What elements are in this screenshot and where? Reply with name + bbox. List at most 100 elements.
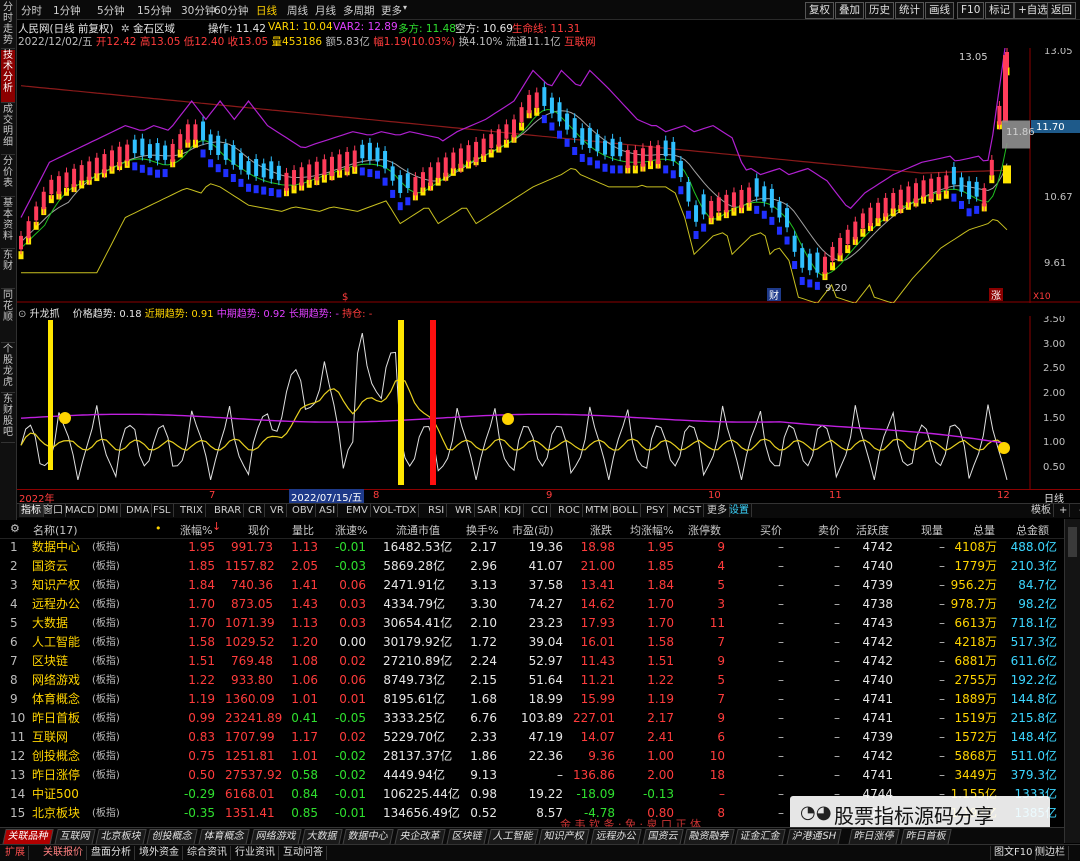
indicator-right-0[interactable]: 模板 <box>1029 504 1054 517</box>
col-vol[interactable]: 总量 <box>973 522 995 538</box>
sector-tab-4[interactable]: 体育概念 <box>198 829 250 845</box>
indicator-tab-14[interactable]: RSI <box>426 504 448 517</box>
dollar-marker[interactable]: $ <box>342 292 348 303</box>
sector-tab-2[interactable]: 北京板块 <box>95 829 147 845</box>
overlay-button[interactable]: 叠加 <box>835 2 864 19</box>
col-name[interactable]: 名称(17) <box>33 522 78 538</box>
indicator-tab-12[interactable]: EMV <box>344 504 371 517</box>
indicator-tab-10[interactable]: OBV <box>290 504 317 517</box>
indicator-tab-6[interactable]: TRIX <box>178 504 206 517</box>
col-sell[interactable]: 卖价 <box>818 522 840 538</box>
sector-link[interactable]: 互联网 <box>564 36 596 48</box>
table-row[interactable]: 8 网络游戏 (板指) 1.22 933.80 1.06 0.06 8749.73亿 2.15 5… <box>0 671 1064 690</box>
sector-tab-11[interactable]: 知识产权 <box>538 829 591 845</box>
indicator-tab-22[interactable]: PSY <box>644 504 668 517</box>
left-tab-dragon-tiger[interactable]: 个股龙虎 <box>1 344 15 393</box>
period-daily[interactable]: 日线 <box>256 3 277 18</box>
table-row[interactable]: 5 大数据 (板指) 1.70 1071.39 1.13 0.03 30654.41亿 2.10… <box>0 614 1064 633</box>
sort-desc-icon[interactable]: ↓ <box>212 520 221 533</box>
indicator-tab-20[interactable]: MTM <box>583 504 612 517</box>
indicator-tab-9[interactable]: VR <box>268 504 287 517</box>
left-tab-guba[interactable]: 东财股吧 <box>1 394 15 443</box>
sector-tab-12[interactable]: 远程办公 <box>590 829 642 845</box>
sector-tab-17[interactable]: 昨日涨停 <box>848 829 900 845</box>
indicator-tab-11[interactable]: ASI <box>317 504 339 517</box>
col-buy[interactable]: 买价 <box>760 522 782 538</box>
status-industry[interactable]: 行业资讯 <box>232 846 279 860</box>
col-pe[interactable]: 市盈(动) <box>512 522 554 538</box>
sector-tab-5[interactable]: 网络游戏 <box>249 829 302 845</box>
table-row[interactable]: 2 国资云 (板指) 1.85 1157.82 2.05 -0.03 5869.28亿 2.96… <box>0 557 1064 576</box>
left-tab-ticks[interactable]: 成交明细 <box>1 104 15 155</box>
indicator-right-1[interactable]: + <box>1057 504 1071 517</box>
sector-tab-6[interactable]: 大数据 <box>301 829 343 845</box>
sector-tab-16[interactable]: 沪港通SH <box>786 829 842 845</box>
table-row[interactable]: 3 知识产权 (板指) 1.84 740.36 1.41 0.06 2471.91亿 3.13 3… <box>0 576 1064 595</box>
table-settings-icon[interactable]: ⚙ <box>10 522 20 535</box>
status-f10[interactable]: 图文F10 <box>990 846 1037 860</box>
period-more[interactable]: 更多 <box>381 3 402 18</box>
indicator-tab-13[interactable]: VOL-TDX <box>371 504 420 517</box>
period-5min[interactable]: 5分钟 <box>97 3 125 18</box>
mark-button[interactable]: 标记 <box>985 2 1014 19</box>
period-monthly[interactable]: 月线 <box>315 3 336 18</box>
restore-rights-button[interactable]: 复权 <box>805 2 834 19</box>
history-button[interactable]: 历史 <box>865 2 894 19</box>
status-qa[interactable]: 互动问答 <box>280 846 327 860</box>
left-tab-price-table[interactable]: 分价表 <box>1 156 15 197</box>
table-row[interactable]: 12 创投概念 (板指) 0.75 1251.81 1.01 -0.02 28137.37亿 1… <box>0 747 1064 766</box>
indicator-tab-3[interactable]: DMI <box>97 504 122 517</box>
indicator-tab-7[interactable]: BRAR <box>212 504 245 517</box>
col-vr[interactable]: 量比 <box>292 522 314 538</box>
status-sidebar[interactable]: 侧边栏 <box>1032 846 1069 860</box>
sector-tab-1[interactable]: 互联网 <box>53 829 96 845</box>
indicator-chart[interactable]: 3.50 3.00 2.50 2.00 1.50 1.00 0.50 <box>17 316 1080 489</box>
left-tab-timeshare[interactable]: 分时走势 <box>1 2 15 49</box>
indicator-tab-5[interactable]: FSL <box>151 504 174 517</box>
left-tab-eastmoney[interactable]: 东财 <box>1 250 15 289</box>
left-tab-ths[interactable]: 同花顺 <box>1 290 15 343</box>
table-row[interactable]: 1 数据中心 (板指) 1.95 991.73 1.13 -0.01 16482.53亿 2.1… <box>0 538 1064 557</box>
stats-button[interactable]: 统计 <box>895 2 924 19</box>
sector-tab-8[interactable]: 央企改革 <box>394 829 446 845</box>
left-tab-technical[interactable]: 技术分析 <box>1 50 15 103</box>
indicator-tab-8[interactable]: CR <box>246 504 265 517</box>
more-chevron-icon[interactable]: ▾ <box>403 3 407 12</box>
indicator-tab-25[interactable]: 设置 <box>727 504 752 517</box>
period-30min[interactable]: 30分钟 <box>181 3 215 18</box>
table-scrollbar[interactable] <box>1064 519 1080 843</box>
left-tab-profile[interactable]: 基本资料 <box>1 198 15 249</box>
period-1min[interactable]: 1分钟 <box>53 3 81 18</box>
indicator-tab-23[interactable]: MCST <box>671 504 705 517</box>
draw-button[interactable]: 画线 <box>925 2 954 19</box>
table-row[interactable]: 4 远程办公 (板指) 1.70 873.05 1.43 0.03 4334.79亿 3.30 7… <box>0 595 1064 614</box>
back-button[interactable]: 返回 <box>1047 2 1076 19</box>
col-mv[interactable]: 流通市值 <box>396 522 440 538</box>
indicator-tab-15[interactable]: WR <box>453 504 475 517</box>
indicator-tab-18[interactable]: CCI <box>529 504 551 517</box>
indicator-tab-4[interactable]: DMA <box>124 504 153 517</box>
scroll-thumb[interactable] <box>1068 527 1077 557</box>
col-price[interactable]: 现价 <box>248 522 270 538</box>
rise-marker[interactable]: 涨 <box>991 290 1001 302</box>
table-row[interactable]: 9 体育概念 (板指) 1.19 1360.09 1.01 0.01 8195.61亿 1.68… <box>0 690 1064 709</box>
indicator-tab-2[interactable]: MACD <box>63 504 98 517</box>
period-timeshare[interactable]: 分时 <box>21 3 42 18</box>
col-avg[interactable]: 均涨幅% <box>630 522 673 538</box>
period-multi[interactable]: 多周期 <box>343 3 375 18</box>
col-speed[interactable]: 涨速% <box>335 522 367 538</box>
sector-tab-3[interactable]: 创投概念 <box>146 829 199 845</box>
period-weekly[interactable]: 周线 <box>287 3 308 18</box>
status-expand[interactable]: 扩展 <box>2 846 29 860</box>
indicator-tab-16[interactable]: SAR <box>475 504 501 517</box>
table-row[interactable]: 6 人工智能 (板指) 1.58 1029.52 1.20 0.00 30179.92亿 1.7… <box>0 633 1064 652</box>
col-amt[interactable]: 总金额 <box>1016 522 1049 538</box>
table-row[interactable]: 7 区块链 (板指) 1.51 769.48 1.08 0.02 27210.89亿 2.24 5… <box>0 652 1064 671</box>
sector-tab-10[interactable]: 人工智能 <box>487 829 539 845</box>
col-turn[interactable]: 换手% <box>466 522 498 538</box>
status-news[interactable]: 综合资讯 <box>184 846 231 860</box>
indicator-tab-17[interactable]: KDJ <box>502 504 525 517</box>
sector-tab-7[interactable]: 数据中心 <box>342 829 395 845</box>
col-cur[interactable]: 现量 <box>921 522 943 538</box>
table-row[interactable]: 10 昨日首板 (板指) 0.99 23241.89 0.41 -0.05 3333.25亿 6… <box>0 709 1064 728</box>
